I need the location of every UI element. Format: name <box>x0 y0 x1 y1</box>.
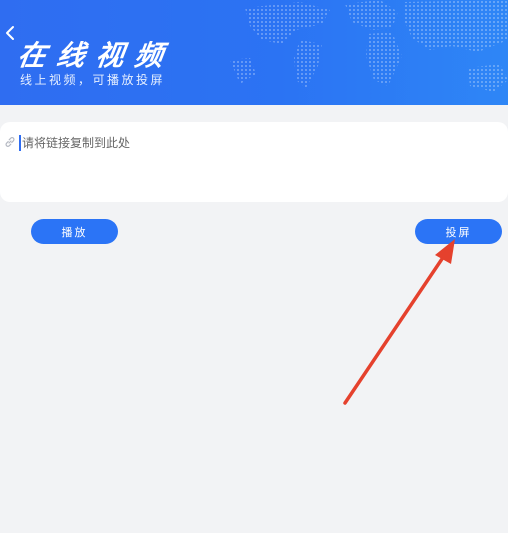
header-banner: 在线视频 线上视频，可播放投屏 <box>0 0 508 105</box>
page-subtitle: 线上视频，可播放投屏 <box>20 73 166 87</box>
text-cursor <box>19 135 21 151</box>
link-input[interactable] <box>22 132 492 154</box>
back-button[interactable] <box>0 20 20 46</box>
link-icon <box>5 137 15 147</box>
page-title: 在线视频 <box>15 39 177 72</box>
play-button[interactable]: 播放 <box>31 219 118 244</box>
online-video-page: 在线视频 线上视频，可播放投屏 播放 投屏 <box>0 0 508 533</box>
link-input-card <box>0 122 508 202</box>
cast-button[interactable]: 投屏 <box>415 219 502 244</box>
chevron-left-icon <box>6 26 14 40</box>
